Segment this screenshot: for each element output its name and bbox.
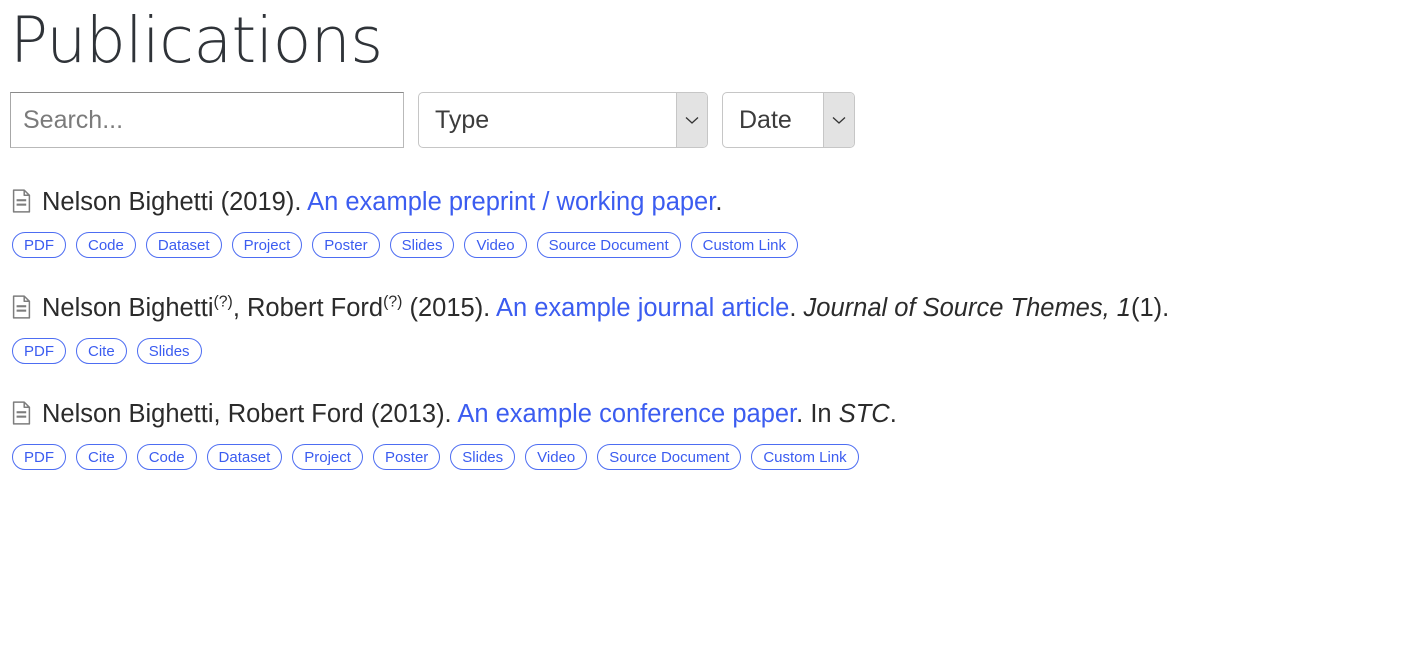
date-filter-label: Date bbox=[739, 105, 792, 134]
badge-code[interactable]: Code bbox=[76, 232, 136, 258]
date-filter-select[interactable]: Date bbox=[722, 92, 855, 148]
issue-number: (1). bbox=[1130, 294, 1170, 322]
search-box[interactable] bbox=[10, 92, 404, 148]
badge-pdf[interactable]: PDF bbox=[12, 444, 66, 470]
chevron-down-icon[interactable] bbox=[676, 93, 707, 147]
badge-dataset[interactable]: Dataset bbox=[206, 444, 283, 470]
publication-year: (2015). bbox=[409, 294, 496, 322]
publication-year: (2013). bbox=[370, 400, 458, 428]
badge-source-document[interactable]: Source Document bbox=[597, 444, 742, 470]
badge-project[interactable]: Project bbox=[231, 232, 303, 258]
page-title: Publications bbox=[10, 4, 383, 77]
publication-venue: Journal of Source Themes, 1(1). bbox=[804, 294, 1170, 322]
publication-link-badges: PDF Cite Code Dataset Project Poster Slides Vid… bbox=[10, 444, 1402, 470]
publication-title-link[interactable]: An example preprint / working paper bbox=[307, 188, 715, 216]
type-filter-select[interactable]: Type bbox=[418, 92, 708, 148]
filter-toolbar: Type Date bbox=[10, 92, 1402, 150]
publication-link-badges: PDF Cite Slides bbox=[10, 338, 1402, 364]
badge-custom-link[interactable]: Custom Link bbox=[751, 444, 859, 470]
search-input[interactable] bbox=[11, 93, 403, 147]
venue-prefix: In bbox=[810, 400, 839, 428]
badge-slides[interactable]: Slides bbox=[450, 444, 516, 470]
publication-link-badges: PDF Code Dataset Project Poster Slides Video So… bbox=[10, 232, 1402, 258]
badge-pdf[interactable]: PDF bbox=[12, 232, 66, 258]
badge-custom-link[interactable]: Custom Link bbox=[690, 232, 798, 258]
document-icon bbox=[12, 189, 31, 213]
publications-page: Publications Type Date bbox=[0, 4, 1410, 645]
publication-authors: Nelson Bighetti, Robert Ford bbox=[42, 400, 364, 428]
type-filter-label: Type bbox=[435, 105, 490, 134]
badge-slides[interactable]: Slides bbox=[389, 232, 455, 258]
venue-suffix: . bbox=[889, 400, 897, 428]
publication-year: (2019). bbox=[220, 188, 308, 216]
badge-cite[interactable]: Cite bbox=[76, 444, 127, 470]
badge-video[interactable]: Video bbox=[464, 232, 527, 258]
author-footnote-marker: (?) bbox=[213, 293, 233, 311]
publication-title-suffix: . bbox=[789, 294, 797, 322]
author-footnote-marker: (?) bbox=[383, 293, 403, 311]
author-name: Nelson Bighetti bbox=[42, 400, 214, 428]
badge-slides[interactable]: Slides bbox=[136, 338, 202, 364]
publication-authors: Nelson Bighetti bbox=[42, 188, 221, 216]
badge-project[interactable]: Project bbox=[292, 444, 363, 470]
badge-source-document[interactable]: Source Document bbox=[536, 232, 681, 258]
publication-citation: Nelson Bighetti (2019). An example prepr… bbox=[10, 178, 1402, 226]
document-icon bbox=[12, 401, 31, 425]
author-name: Robert Ford bbox=[227, 400, 364, 428]
publication-citation: Nelson Bighetti, Robert Ford (2013). An … bbox=[10, 390, 1402, 438]
publication-title-suffix: . bbox=[796, 400, 804, 428]
badge-dataset[interactable]: Dataset bbox=[145, 232, 222, 258]
badge-cite[interactable]: Cite bbox=[76, 338, 127, 364]
author-name: Robert Ford bbox=[247, 294, 384, 322]
venue-name: STC bbox=[838, 400, 890, 428]
publication-venue: In STC. bbox=[810, 400, 896, 428]
badge-poster[interactable]: Poster bbox=[372, 444, 441, 470]
badge-poster[interactable]: Poster bbox=[312, 232, 380, 258]
publication-item-2: Nelson Bighetti(?), Robert Ford(?) (2015… bbox=[10, 284, 1402, 364]
badge-code[interactable]: Code bbox=[136, 444, 197, 470]
publication-list: Nelson Bighetti (2019). An example prepr… bbox=[10, 178, 1402, 470]
venue-name: Journal of Source Themes, bbox=[803, 294, 1110, 322]
document-icon bbox=[12, 295, 31, 319]
publication-item-1: Nelson Bighetti (2019). An example prepr… bbox=[10, 178, 1402, 258]
author-name: Nelson Bighetti bbox=[42, 294, 214, 322]
publication-citation: Nelson Bighetti(?), Robert Ford(?) (2015… bbox=[10, 284, 1402, 332]
badge-video[interactable]: Video bbox=[525, 444, 588, 470]
publication-title-link[interactable]: An example journal article bbox=[496, 294, 789, 322]
publication-item-3: Nelson Bighetti, Robert Ford (2013). An … bbox=[10, 390, 1402, 470]
publication-title-suffix: . bbox=[715, 188, 723, 216]
author-name: Nelson Bighetti bbox=[42, 188, 214, 216]
volume-number: 1 bbox=[1116, 294, 1131, 322]
badge-pdf[interactable]: PDF bbox=[12, 338, 66, 364]
publication-authors: Nelson Bighetti(?), Robert Ford(?) bbox=[42, 293, 403, 322]
publication-title-link[interactable]: An example conference paper bbox=[457, 400, 796, 428]
chevron-down-icon[interactable] bbox=[823, 93, 854, 147]
